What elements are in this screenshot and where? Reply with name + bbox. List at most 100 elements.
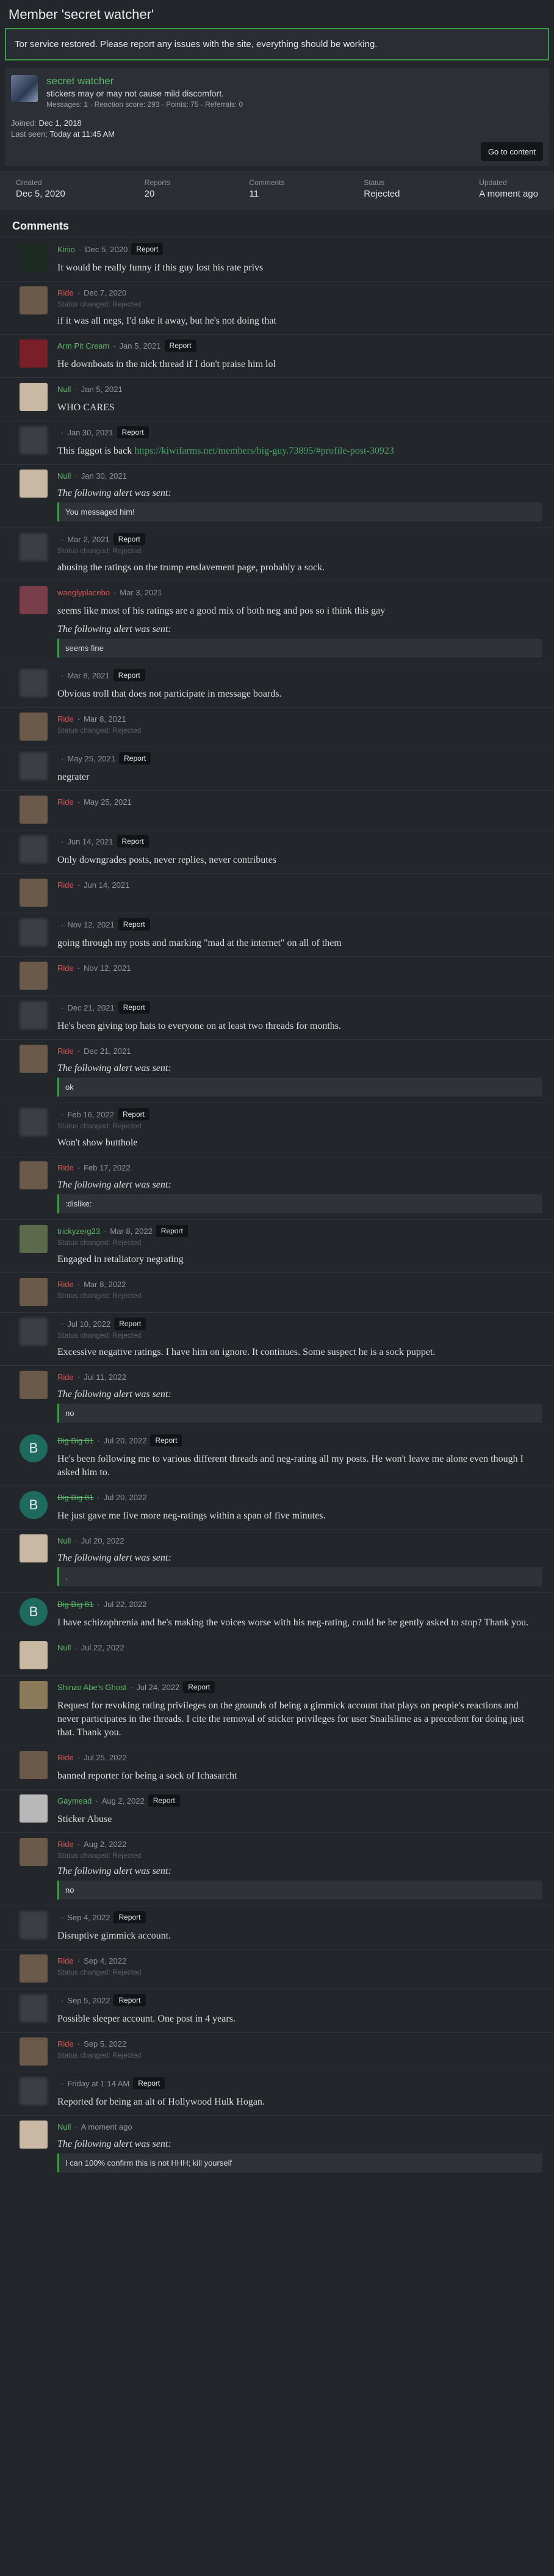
comment-date[interactable]: Dec 21, 2021: [84, 1047, 131, 1056]
comment-avatar[interactable]: [20, 286, 48, 314]
comment-avatar[interactable]: [20, 752, 48, 780]
comment-link[interactable]: https://kiwifarms.net/members/big-guy.73…: [134, 446, 394, 456]
comment-date[interactable]: Mar 8, 2021: [84, 714, 126, 724]
comment-avatar[interactable]: [20, 796, 48, 824]
comment-author-link[interactable]: Big Big 81: [57, 1436, 93, 1445]
report-button[interactable]: Report: [117, 1108, 149, 1120]
comment-avatar[interactable]: [20, 1641, 48, 1669]
comment-avatar[interactable]: [20, 2037, 48, 2066]
report-button[interactable]: Report: [131, 243, 164, 255]
comment-avatar[interactable]: [20, 713, 48, 741]
comment-author-link[interactable]: Null: [57, 2122, 71, 2132]
comment-author-link[interactable]: Ride: [57, 288, 74, 297]
comment-author-link[interactable]: Kiriio: [57, 245, 75, 254]
comment-author-link[interactable]: Ride: [57, 1373, 74, 1382]
comment-avatar[interactable]: B: [20, 1434, 48, 1462]
comment-date[interactable]: Nov 12, 2021: [67, 920, 114, 929]
report-button[interactable]: Report: [148, 1794, 180, 1807]
comment-avatar[interactable]: [20, 470, 48, 498]
member-avatar[interactable]: [11, 75, 38, 102]
comment-avatar[interactable]: [20, 339, 48, 368]
comment-date[interactable]: Mar 8, 2022: [84, 1280, 126, 1289]
comment-date[interactable]: Dec 21, 2021: [67, 1003, 114, 1012]
comment-avatar[interactable]: B: [20, 1491, 48, 1519]
comment-avatar[interactable]: [20, 1838, 48, 1866]
comment-date[interactable]: Jun 14, 2021: [67, 837, 113, 846]
comment-date[interactable]: Aug 2, 2022: [84, 1840, 126, 1849]
comment-author-link[interactable]: Ride: [57, 963, 74, 973]
comment-date[interactable]: Sep 4, 2022: [67, 1913, 110, 1922]
comment-avatar[interactable]: [20, 918, 48, 946]
comment-author-link[interactable]: Ride: [57, 714, 74, 724]
comment-date[interactable]: Dec 5, 2020: [85, 245, 128, 254]
comment-date[interactable]: Nov 12, 2021: [84, 963, 131, 973]
comment-avatar[interactable]: [20, 1751, 48, 1779]
comment-avatar[interactable]: [20, 586, 48, 614]
report-button[interactable]: Report: [113, 1911, 146, 1923]
report-button[interactable]: Report: [133, 2077, 165, 2089]
report-button[interactable]: Report: [118, 1001, 150, 1014]
comment-author-link[interactable]: trickyzerg23: [57, 1227, 100, 1236]
comment-avatar[interactable]: [20, 962, 48, 990]
comment-date[interactable]: Feb 17, 2022: [84, 1163, 131, 1172]
comment-avatar[interactable]: [20, 1225, 48, 1253]
comment-author-link[interactable]: Null: [57, 385, 71, 394]
comment-date[interactable]: Jan 30, 2021: [81, 471, 127, 481]
comment-avatar[interactable]: [20, 1994, 48, 2022]
report-button[interactable]: Report: [113, 533, 145, 545]
comment-avatar[interactable]: [20, 1794, 48, 1823]
comment-date[interactable]: Feb 16, 2022: [67, 1110, 114, 1119]
comment-avatar[interactable]: [20, 1911, 48, 1939]
report-button[interactable]: Report: [117, 426, 149, 438]
comment-date[interactable]: Jul 24, 2022: [136, 1683, 179, 1692]
report-button[interactable]: Report: [114, 1318, 146, 1330]
comment-date[interactable]: Jul 22, 2022: [104, 1600, 147, 1609]
comment-author-link[interactable]: Big Big 81: [57, 1600, 93, 1609]
go-to-content-button[interactable]: Go to content: [480, 142, 543, 161]
comment-author-link[interactable]: Shinzo Abe's Ghost: [57, 1683, 126, 1692]
comment-date[interactable]: May 25, 2021: [67, 754, 115, 763]
comment-date[interactable]: Jul 22, 2022: [81, 1643, 124, 1652]
report-button[interactable]: Report: [183, 1681, 215, 1693]
report-button[interactable]: Report: [113, 669, 145, 681]
comment-author-link[interactable]: Ride: [57, 1753, 74, 1762]
comment-avatar[interactable]: [20, 1045, 48, 1073]
comment-avatar[interactable]: [20, 243, 48, 271]
comment-date[interactable]: Aug 2, 2022: [102, 1796, 145, 1805]
comment-avatar[interactable]: B: [20, 1598, 48, 1626]
comment-avatar[interactable]: [20, 1954, 48, 1983]
comment-author-link[interactable]: Ride: [57, 1840, 74, 1849]
comment-date[interactable]: Sep 4, 2022: [84, 1956, 126, 1965]
comment-author-link[interactable]: Ride: [57, 1956, 74, 1965]
comment-author-link[interactable]: Ride: [57, 1163, 74, 1172]
comment-avatar[interactable]: [20, 1161, 48, 1189]
comment-avatar[interactable]: [20, 426, 48, 454]
comment-date[interactable]: Sep 5, 2022: [67, 1996, 110, 2005]
comment-author-link[interactable]: Arm Pit Cream: [57, 341, 109, 350]
comment-date[interactable]: Jul 10, 2022: [67, 1319, 110, 1329]
comment-date[interactable]: Mar 8, 2021: [67, 671, 109, 680]
comment-avatar[interactable]: [20, 2077, 48, 2105]
member-name-link[interactable]: secret watcher: [46, 75, 243, 87]
comment-author-link[interactable]: Gaymead: [57, 1796, 92, 1805]
report-button[interactable]: Report: [117, 835, 149, 847]
comment-avatar[interactable]: [20, 1001, 48, 1029]
comment-date[interactable]: Jul 20, 2022: [81, 1536, 124, 1545]
comment-date[interactable]: A moment ago: [81, 2122, 132, 2132]
comment-author-link[interactable]: Ride: [57, 1280, 74, 1289]
comment-avatar[interactable]: [20, 1534, 48, 1562]
comment-date[interactable]: Jan 5, 2021: [81, 385, 123, 394]
comment-avatar[interactable]: [20, 835, 48, 863]
comment-author-link[interactable]: Ride: [57, 797, 74, 807]
comment-date[interactable]: Mar 2, 2021: [67, 535, 109, 544]
comment-date[interactable]: Mar 8, 2022: [110, 1227, 152, 1236]
report-button[interactable]: Report: [156, 1225, 188, 1237]
comment-date[interactable]: Jun 14, 2021: [84, 880, 129, 890]
report-button[interactable]: Report: [119, 752, 151, 764]
comment-date[interactable]: Jan 30, 2021: [67, 428, 113, 437]
comment-avatar[interactable]: [20, 669, 48, 697]
comment-author-link[interactable]: waeglyplacebo: [57, 588, 110, 597]
comment-avatar[interactable]: [20, 879, 48, 907]
comment-avatar[interactable]: [20, 383, 48, 411]
comment-avatar[interactable]: [20, 1371, 48, 1399]
